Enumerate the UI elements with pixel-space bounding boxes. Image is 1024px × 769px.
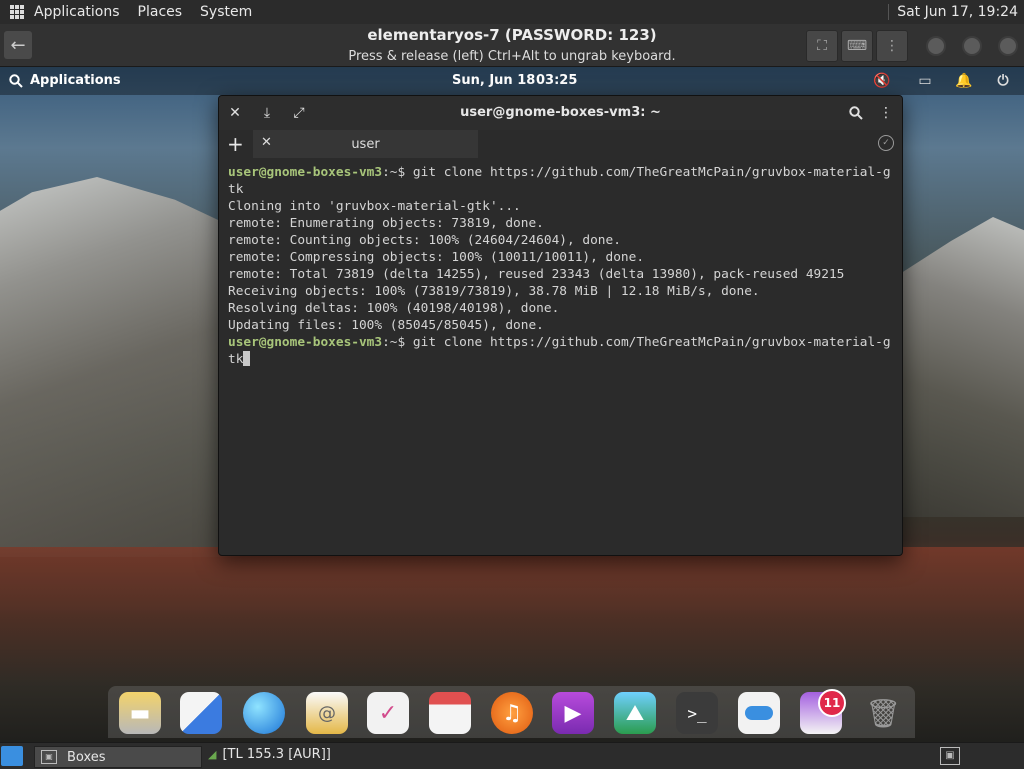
terminal-line-text: remote: Compressing objects: 100% (10011… [228,250,645,265]
host-top-bar: Applications Places System Sat Jun 17, 1… [0,0,1024,24]
search-icon [9,73,23,88]
terminal-line: remote: Counting objects: 100% (24604/24… [228,232,896,249]
calendar-icon[interactable] [429,692,471,734]
terminal-line: Cloning into 'gruvbox-material-gtk'... [228,198,896,215]
search-icon [849,106,863,120]
aur-window-icon: ◢ [208,748,217,761]
guest-applications-menu[interactable]: Applications [9,73,121,88]
host-taskbar: ▣ Boxes ◢ [TL 155.3 [AUR]] ▣ [0,742,1024,769]
notifications-icon[interactable]: 🔔 [955,72,973,90]
trash-icon[interactable]: 🗑 [862,692,904,734]
menu-button[interactable]: ⋮ [876,30,908,62]
terminal-line: Resolving deltas: 100% (40198/40198), do… [228,300,896,317]
wallpaper-mountain-right [895,217,1024,517]
keyboard-icon: ⌨ [846,38,868,54]
app-grid-icon[interactable] [10,5,24,19]
guest-date[interactable]: Sun, Jun 18 [452,73,535,88]
sound-muted-icon[interactable]: 🔇 [873,72,891,90]
terminal-prompt: user@gnome-boxes-vm3 [228,165,383,180]
taskbar-item-aur[interactable]: ◢ [TL 155.3 [AUR]] [208,747,331,762]
terminal-line-text: Resolving deltas: 100% (40198/40198), do… [228,301,560,316]
new-tab-button[interactable]: + [227,132,247,156]
wallpaper-mountain-left [0,177,240,557]
terminal-icon[interactable]: >_ [676,692,718,734]
taskbar-item-aur-label: [TL 155.3 [AUR]] [222,747,331,762]
kebab-menu-icon: ⋮ [885,38,899,54]
window-minimize-button[interactable] [926,36,946,56]
terminal-line: user@gnome-boxes-vm3:~$ git clone https:… [228,164,896,198]
tray-window-icon[interactable]: ▣ [940,747,960,765]
display-icon[interactable]: ▭ [916,72,934,90]
terminal-output[interactable]: user@gnome-boxes-vm3:~$ git clone https:… [228,164,896,368]
power-icon[interactable]: ⏻ [994,72,1012,90]
terminal-line-text: Receiving objects: 100% (73819/73819), 3… [228,284,760,299]
terminal-prompt-separator: :~$ [382,165,413,180]
terminal-line-text: Updating files: 100% (85045/85045), done… [228,318,544,333]
terminal-line-text: remote: Total 73819 (delta 14255), reuse… [228,267,845,282]
terminal-line: remote: Total 73819 (delta 14255), reuse… [228,266,896,283]
taskbar-item-boxes-label: Boxes [67,749,106,765]
terminal-search-button[interactable] [846,103,866,123]
guest-top-panel: Applications Sun, Jun 18 03:25 🔇 ▭ 🔔 ⏻ [0,67,1024,95]
window-maximize-button[interactable] [962,36,982,56]
system-settings-icon[interactable] [738,692,780,734]
terminal-line: remote: Enumerating objects: 73819, done… [228,215,896,232]
keyboard-button[interactable]: ⌨ [841,30,873,62]
show-desktop-button[interactable] [1,746,23,766]
tab-history-icon[interactable]: ✓ [878,135,894,151]
window-close-button[interactable] [998,36,1018,56]
terminal-cursor [243,351,251,366]
plus-icon: + [227,132,244,156]
terminal-tab-bar: + ✕ user ✓ [219,130,902,158]
boxes-header-bar: ← elementaryos-7 (PASSWORD: 123) Press &… [0,24,1024,67]
host-clock[interactable]: Sat Jun 17, 19:24 [888,4,1018,20]
terminal-line: Updating files: 100% (85045/85045), done… [228,317,896,334]
terminal-window: ✕ ⤓ ⤢ user@gnome-boxes-vm3: ~ ⋮ + ✕ user… [218,95,903,556]
appcenter-update-badge: 11 [818,689,846,717]
tasks-icon[interactable]: ✓ [367,692,409,734]
fullscreen-icon: ⛶ [817,38,827,54]
music-icon[interactable]: ♫ [491,692,533,734]
terminal-line: Receiving objects: 100% (73819/73819), 3… [228,283,896,300]
tab-label: user [351,137,380,152]
host-menu-applications[interactable]: Applications [34,4,120,20]
web-browser-icon[interactable] [243,692,285,734]
guest-time[interactable]: 03:25 [536,73,577,88]
terminal-line: remote: Compressing objects: 100% (10011… [228,249,896,266]
terminal-tab[interactable]: ✕ user [253,130,478,158]
boxes-window-icon: ▣ [41,750,57,764]
fullscreen-button[interactable]: ⛶ [806,30,838,62]
kebab-menu-icon: ⋮ [879,105,893,121]
guest-applications-label: Applications [30,73,121,88]
terminal-prompt-separator: :~$ [382,335,413,350]
terminal-titlebar[interactable]: ✕ ⤓ ⤢ user@gnome-boxes-vm3: ~ ⋮ [219,96,902,130]
photos-icon[interactable]: ⛰ [614,692,656,734]
videos-icon[interactable]: ▶ [552,692,594,734]
files-icon[interactable]: ▬ [119,692,161,734]
terminal-prompt: user@gnome-boxes-vm3 [228,335,383,350]
multitasking-icon[interactable] [180,692,222,734]
terminal-title: user@gnome-boxes-vm3: ~ [460,105,661,120]
terminal-line-text: Cloning into 'gruvbox-material-gtk'... [228,199,521,214]
terminal-menu-button[interactable]: ⋮ [876,103,896,123]
host-menu-system[interactable]: System [200,4,252,20]
terminal-line: user@gnome-boxes-vm3:~$ git clone https:… [228,334,896,368]
host-menu-places[interactable]: Places [138,4,183,20]
terminal-line-text: remote: Counting objects: 100% (24604/24… [228,233,621,248]
taskbar-item-boxes[interactable]: ▣ Boxes [34,746,202,768]
mail-icon[interactable]: @ [306,692,348,734]
terminal-line-text: remote: Enumerating objects: 73819, done… [228,216,544,231]
